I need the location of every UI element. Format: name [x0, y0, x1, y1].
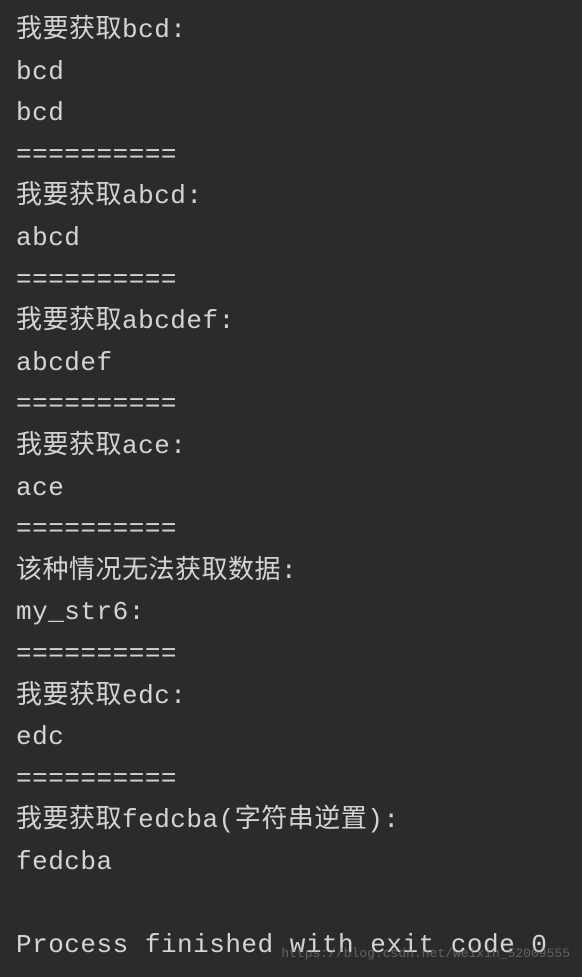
console-line: 我要获取bcd: [16, 10, 566, 52]
console-line: 我要获取abcdef: [16, 301, 566, 343]
console-line: abcd [16, 218, 566, 260]
console-line: ========== [16, 384, 566, 426]
console-line: my_str6: [16, 592, 566, 634]
console-line: ace [16, 468, 566, 510]
console-line: abcdef [16, 343, 566, 385]
console-line: ========== [16, 634, 566, 676]
console-line: ========== [16, 260, 566, 302]
console-output: 我要获取bcd: bcd bcd ========== 我要获取abcd: ab… [16, 10, 566, 967]
console-blank-line [16, 883, 566, 925]
console-line: 该种情况无法获取数据: [16, 551, 566, 593]
console-line: fedcba [16, 842, 566, 884]
console-line: edc [16, 717, 566, 759]
console-line: ========== [16, 135, 566, 177]
console-line: ========== [16, 509, 566, 551]
console-line: ========== [16, 759, 566, 801]
console-line: 我要获取fedcba(字符串逆置): [16, 800, 566, 842]
console-line: bcd [16, 52, 566, 94]
watermark-text: https://blog.csdn.net/weixin_52009555 [281, 944, 570, 965]
console-line: 我要获取abcd: [16, 176, 566, 218]
console-line: 我要获取ace: [16, 426, 566, 468]
console-line: 我要获取edc: [16, 676, 566, 718]
console-line: bcd [16, 93, 566, 135]
